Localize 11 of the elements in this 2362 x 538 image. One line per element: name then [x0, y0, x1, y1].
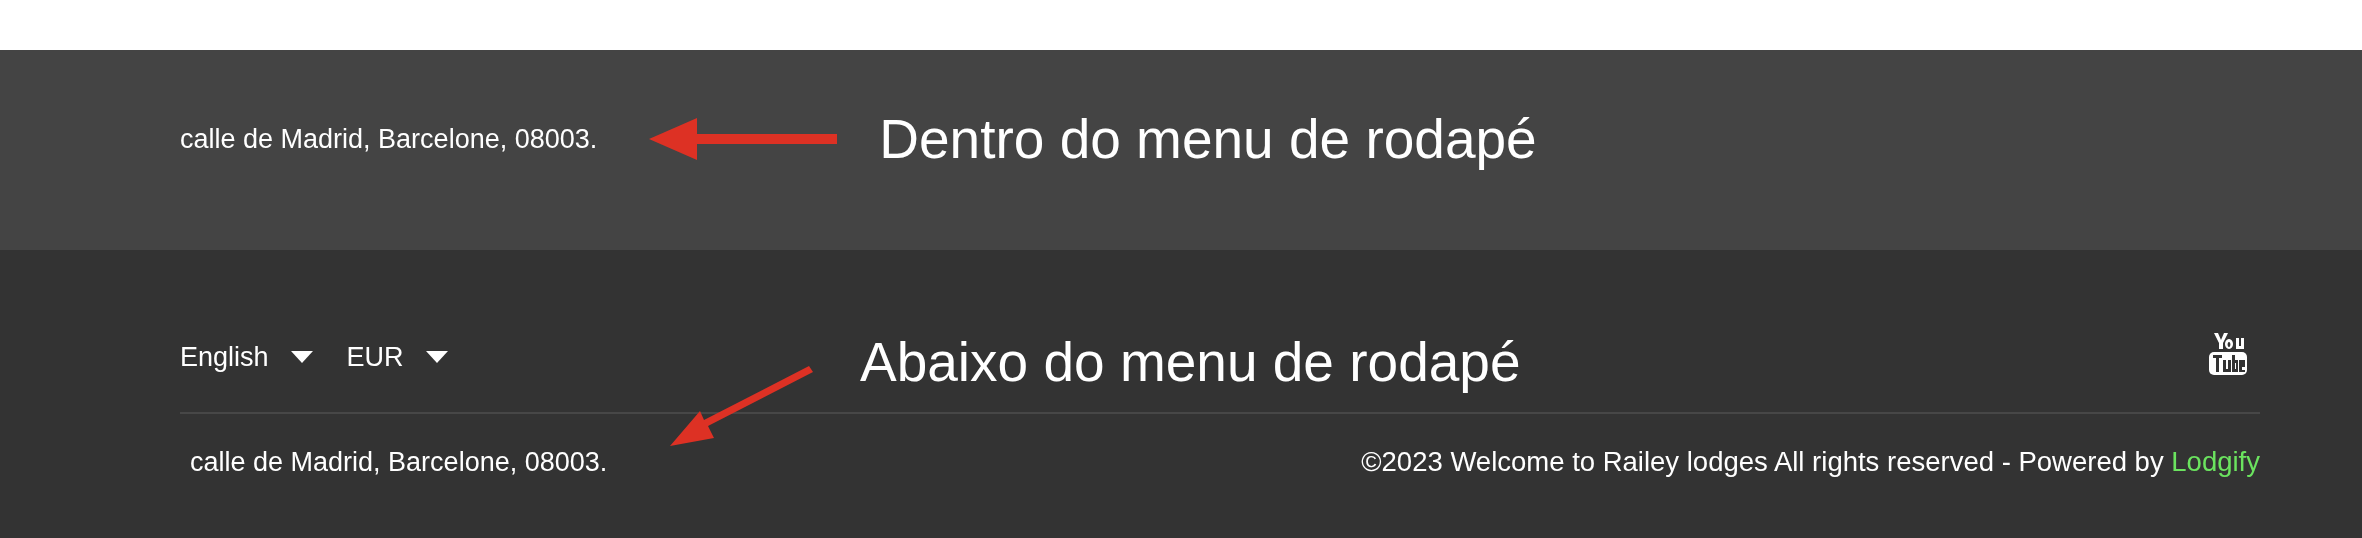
copyright-text: ©2023 Welcome to Railey lodges All rights reserved - Powered by Lodgify — [1361, 446, 2260, 478]
annotation-text: Abaixo do menu de rodapé — [860, 330, 1521, 394]
address-text: calle de Madrid, Barcelone, 08003. — [180, 123, 598, 155]
caret-icon — [425, 351, 448, 363]
video-logo-icon[interactable] — [2209, 333, 2247, 375]
annotation-text: Dentro do menu de rodapé — [879, 107, 1537, 171]
address-text: calle de Madrid, Barcelone, 08003. — [189, 446, 608, 478]
lodgify-link[interactable]: Lodgify — [2171, 446, 2260, 477]
caret-icon — [290, 351, 313, 363]
language-dropdown[interactable]: English — [180, 341, 313, 373]
currency-dropdown[interactable]: EUR — [346, 341, 448, 373]
